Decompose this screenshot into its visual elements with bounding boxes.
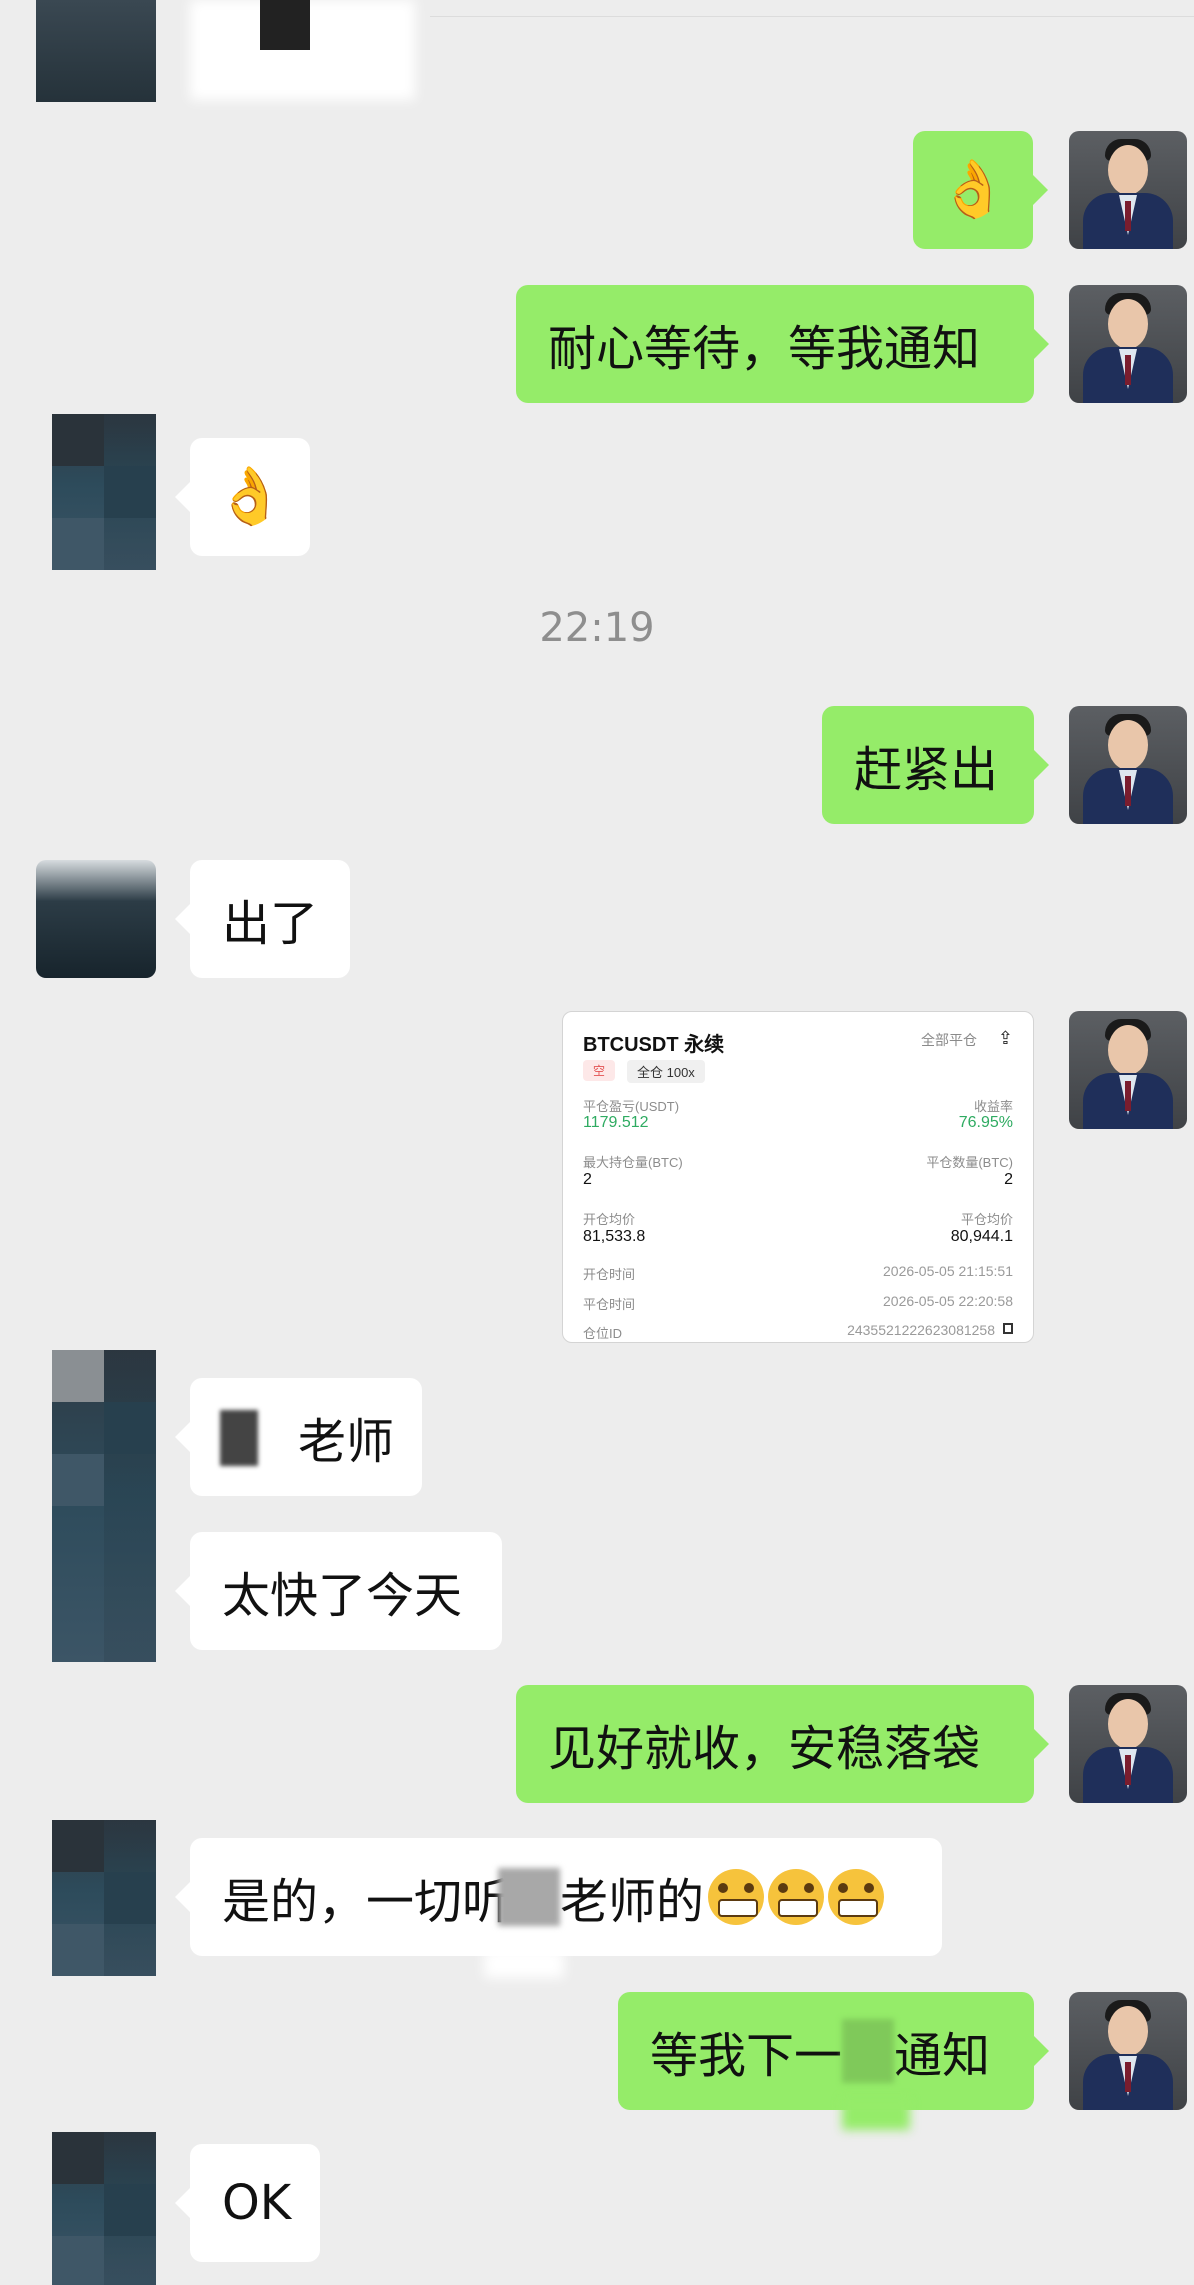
grinning-emoji — [828, 1869, 885, 1925]
message-bubble-received[interactable]: OK — [175, 2144, 320, 2262]
share-icon: ⇪ — [997, 1028, 1013, 1048]
message-bubble-sent[interactable]: 耐心等待，等我通知 — [516, 285, 1049, 403]
margin-tag: 全仓 100x — [627, 1060, 705, 1083]
avatar-me[interactable] — [1069, 706, 1187, 824]
message-bubble-received[interactable]: 太快了今天 — [175, 1532, 502, 1650]
message-bubble-sent[interactable]: 👌 — [913, 131, 1048, 249]
ok-hand-emoji: 👌 — [215, 464, 285, 529]
grinning-emoji — [768, 1869, 825, 1925]
message-text: 太快了今天 — [222, 1568, 463, 1624]
close-all-label: 全部平仓 — [921, 1032, 977, 1048]
open-time-value: 2026-05-05 21:15:51 — [883, 1263, 1013, 1279]
avatar-me[interactable] — [1069, 131, 1187, 249]
pnl-label: 平仓盈亏(USDT) — [583, 1099, 680, 1114]
avatar-me[interactable] — [1069, 285, 1187, 403]
message-bubble-received[interactable]: 是的，一切听 老师的 — [175, 1838, 942, 1956]
redaction-overflow — [484, 1950, 564, 1978]
top-partial-dark-block — [260, 0, 310, 50]
open-time-label: 开仓时间 — [583, 1267, 636, 1282]
message-bubble-received[interactable]: 👌 — [175, 438, 310, 556]
roi-label: 收益率 — [973, 1099, 1013, 1114]
avatar-other[interactable] — [52, 1820, 156, 1976]
message-bubble-sent[interactable]: 赶紧出 — [822, 706, 1049, 824]
close-avg-value: 80,944.1 — [950, 1228, 1013, 1245]
message-text: 老师 — [298, 1414, 395, 1470]
avatar-me[interactable] — [1069, 1011, 1187, 1129]
open-avg-value: 81,533.8 — [583, 1228, 646, 1245]
message-bubble-received[interactable]: 出了 — [175, 860, 350, 978]
grinning-emoji — [708, 1869, 765, 1925]
avatar-other[interactable] — [52, 2132, 156, 2285]
redacted-name — [220, 1410, 258, 1466]
redacted-name — [498, 1868, 561, 1926]
position-id-value: 2435521222623081258 — [847, 1322, 995, 1338]
message-text-part1: 等我下一 — [650, 2028, 843, 2084]
avatar-me[interactable] — [1069, 1685, 1187, 1803]
close-qty-label: 平仓数量(BTC) — [926, 1155, 1013, 1170]
close-time-value: 2026-05-05 22:20:58 — [883, 1293, 1013, 1309]
ok-hand-emoji: 👌 — [938, 157, 1008, 222]
chat-timestamp: 22:19 — [539, 605, 655, 651]
direction-tag: 空 — [583, 1060, 616, 1081]
message-bubble-received[interactable]: 老师 — [175, 1378, 422, 1496]
redacted-word — [842, 2019, 895, 2083]
message-bubble-sent[interactable]: 等我下一 通知 — [618, 1992, 1049, 2110]
position-id-label: 仓位ID — [583, 1326, 623, 1341]
message-text-part2: 通知 — [894, 2028, 991, 2084]
close-avg-label: 平仓均价 — [960, 1212, 1013, 1227]
open-avg-label: 开仓均价 — [583, 1212, 636, 1227]
trade-screenshot-card[interactable]: BTCUSDT 永续 全部平仓 ⇪ 空 全仓 100x 平仓盈亏(USDT) 收… — [562, 1011, 1034, 1343]
close-qty-value: 2 — [1004, 1171, 1013, 1188]
close-time-label: 平仓时间 — [583, 1297, 636, 1312]
message-text: 见好就收，安稳落袋 — [548, 1721, 981, 1777]
top-divider — [430, 16, 1194, 17]
avatar-other[interactable] — [52, 414, 156, 570]
copy-icon[interactable] — [1003, 1323, 1013, 1334]
message-text: 耐心等待，等我通知 — [548, 321, 981, 377]
avatar-other[interactable] — [52, 1350, 156, 1662]
message-text: 赶紧出 — [854, 742, 999, 798]
card-title: BTCUSDT 永续 — [583, 1034, 725, 1056]
max-position-label: 最大持仓量(BTC) — [583, 1155, 683, 1170]
top-partial-avatar[interactable] — [36, 0, 156, 102]
message-text-part2: 老师的 — [560, 1874, 705, 1930]
roi-value: 76.95% — [958, 1114, 1013, 1131]
avatar-other-photo[interactable] — [36, 860, 156, 978]
message-bubble-sent[interactable]: 见好就收，安稳落袋 — [516, 1685, 1049, 1803]
message-text: 出了 — [222, 896, 319, 952]
avatar-me[interactable] — [1069, 1992, 1187, 2110]
redaction-overflow — [842, 2100, 910, 2130]
max-position-value: 2 — [583, 1171, 592, 1188]
message-text-part1: 是的，一切听 — [222, 1874, 511, 1930]
message-text: OK — [222, 2175, 292, 2231]
pnl-value: 1179.512 — [583, 1114, 649, 1131]
